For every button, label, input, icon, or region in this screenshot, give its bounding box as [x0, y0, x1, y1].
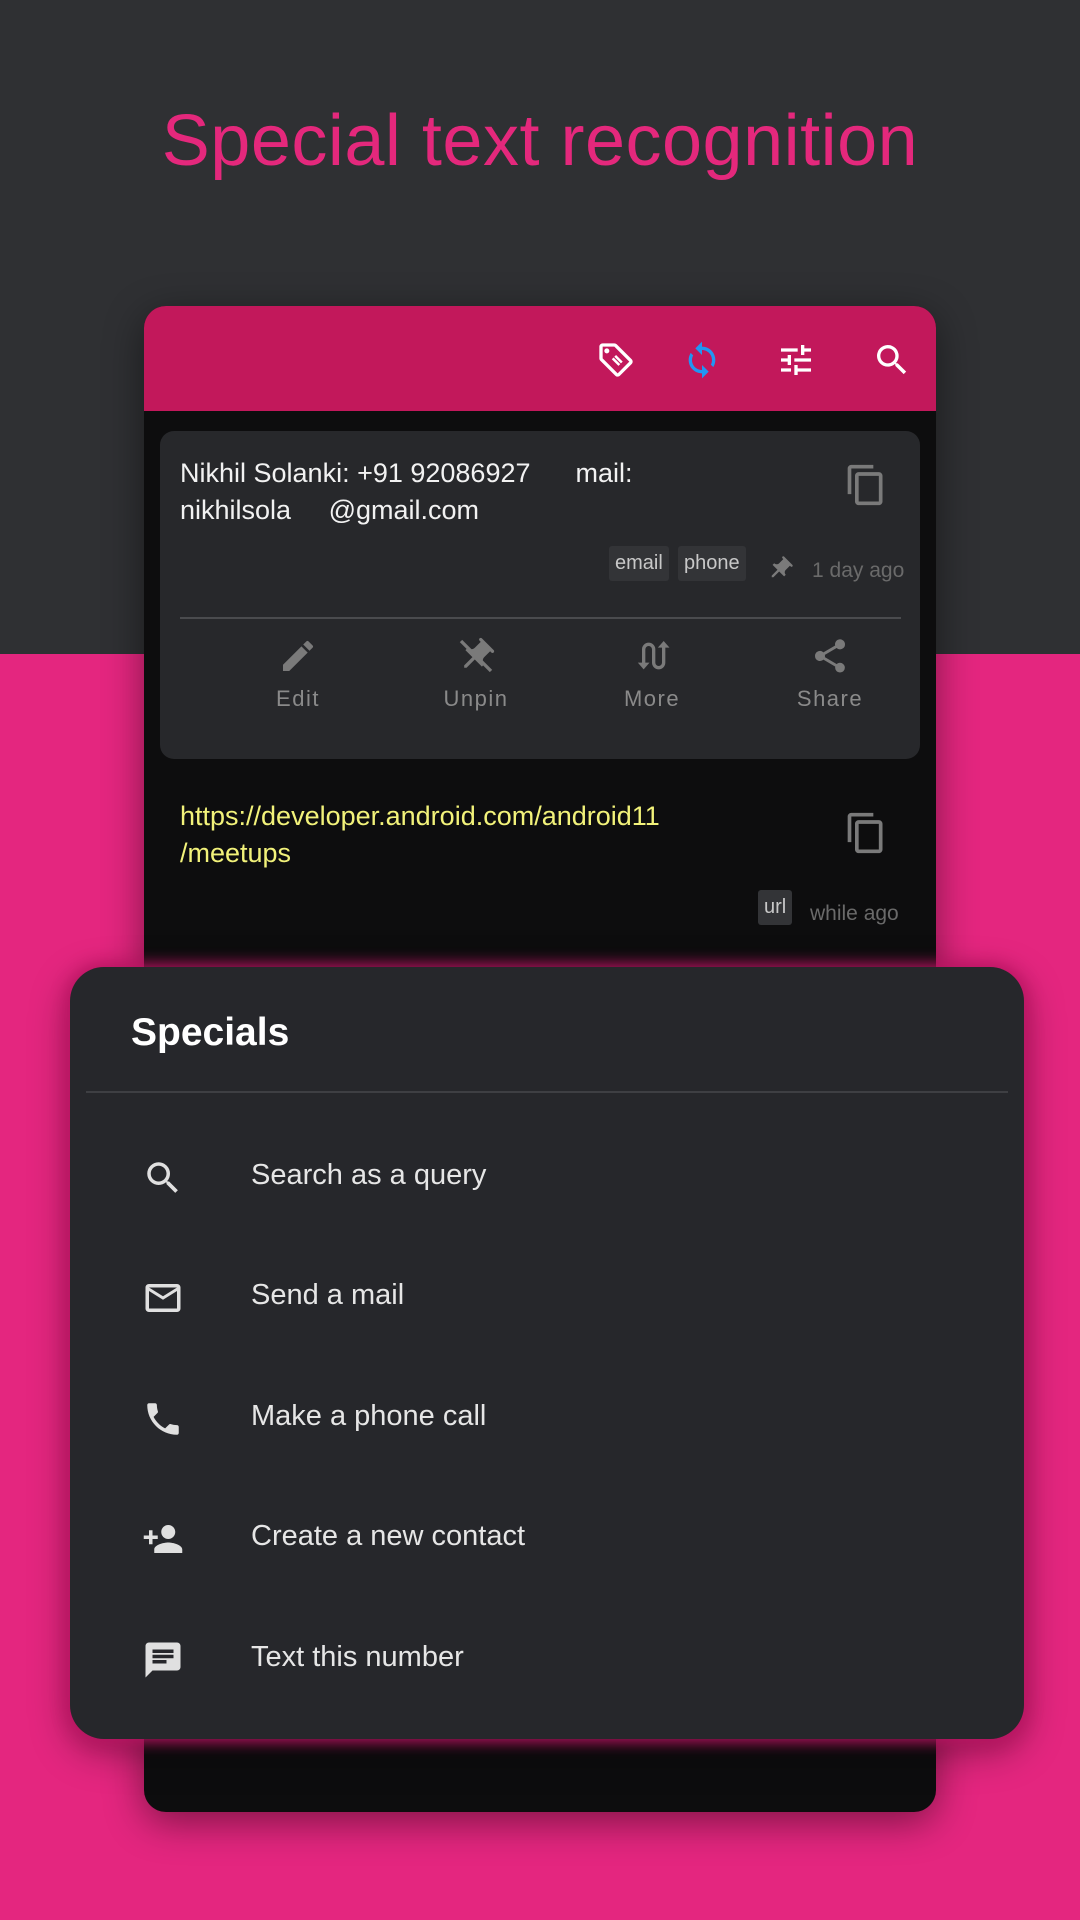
sheet-title: Specials [131, 1011, 290, 1054]
headline: Special text recognition [161, 101, 919, 181]
tune-icon[interactable] [776, 340, 816, 380]
menu-item-contact[interactable]: Create a new contact [70, 1488, 1024, 1588]
search-icon [147, 1162, 178, 1193]
clip-time: 1 day ago [812, 559, 905, 582]
person-add-icon [143, 1525, 183, 1553]
specials-sheet: Specials Search as a query Send a mail M… [70, 967, 1024, 1739]
menu-item-call[interactable]: Make a phone call [70, 1368, 1024, 1468]
mail-icon [145, 1284, 181, 1312]
toolbar [144, 306, 936, 411]
copy-icon[interactable] [844, 461, 888, 509]
message-icon [145, 1642, 181, 1678]
search-icon[interactable] [872, 340, 912, 380]
pencil-icon [283, 640, 314, 671]
menu-item-search[interactable]: Search as a query [70, 1127, 1024, 1227]
copy-icon[interactable] [844, 809, 888, 857]
clip-card-contact[interactable]: Nikhil Solanki: +91 92086927 mail: nikhil… [160, 431, 920, 759]
swap-icon [637, 641, 670, 670]
clip-text: Nikhil Solanki: +91 92086927 mail: nikhil… [180, 458, 633, 525]
share-icon [814, 639, 846, 673]
unpin-icon [459, 637, 495, 673]
tag-icon[interactable] [596, 340, 636, 380]
card-divider [180, 617, 901, 619]
more-button[interactable]: More [592, 636, 712, 712]
phone-icon [147, 1403, 179, 1435]
sync-icon[interactable] [682, 340, 722, 380]
menu-item-mail[interactable]: Send a mail [70, 1247, 1024, 1347]
unpin-button[interactable]: Unpin [416, 636, 536, 712]
edit-button[interactable]: Edit [238, 636, 358, 712]
tag-email[interactable]: email [609, 546, 669, 581]
sheet-divider [86, 1091, 1008, 1093]
clip-text-url[interactable]: https://developer.android.com/android11/… [180, 798, 660, 872]
clip-time: while ago [810, 902, 899, 925]
pin-icon [771, 556, 793, 578]
menu-item-text[interactable]: Text this number [70, 1609, 1024, 1709]
tag-phone[interactable]: phone [678, 546, 746, 581]
share-button[interactable]: Share [770, 636, 890, 712]
tag-url[interactable]: url [758, 890, 793, 925]
